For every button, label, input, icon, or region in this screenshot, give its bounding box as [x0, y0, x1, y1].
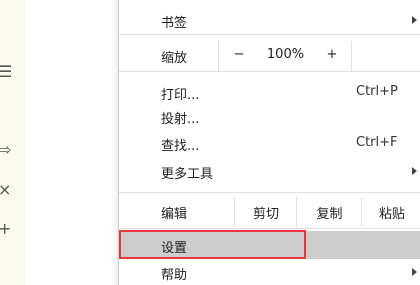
zoom-row: 缩放 − 100% + — [119, 41, 420, 71]
edit-row: 编辑 剪切 复制 粘贴 — [119, 197, 420, 227]
menu-item-label: 投射... — [161, 112, 200, 127]
submenu-arrow-icon — [412, 268, 417, 276]
menu-item-more-tools[interactable]: 更多工具 — [119, 159, 420, 183]
menu-item-print[interactable]: 打印... Ctrl+P — [119, 80, 420, 104]
fullscreen-button[interactable] — [351, 41, 420, 71]
menu-item-clipped — [119, 0, 420, 8]
menu-separator — [119, 192, 420, 193]
cut-button[interactable]: 剪切 — [234, 197, 297, 227]
forward-icon[interactable]: ⇨ — [0, 142, 11, 158]
annotation-highlight-box — [119, 230, 306, 259]
menu-item-label: 打印... — [161, 88, 200, 103]
menu-item-label: 查找... — [161, 139, 200, 154]
zoom-out-button[interactable]: − — [218, 41, 259, 71]
menu-item-help[interactable]: 帮助 — [119, 260, 420, 284]
menu-item-shortcut: Ctrl+F — [356, 135, 398, 150]
menu-separator — [119, 34, 420, 35]
left-toolbar: ☰ ⇨ × + — [0, 0, 26, 285]
close-icon[interactable]: × — [0, 182, 11, 198]
menu-item-label: 更多工具 — [161, 167, 214, 182]
menu-item-find[interactable]: 查找... Ctrl+F — [119, 131, 420, 155]
menu-item-label: 帮助 — [161, 268, 188, 283]
zoom-level: 100% — [266, 47, 305, 62]
menu-item-bookmarks[interactable]: 书签 — [119, 8, 420, 32]
menu-item-shortcut: Ctrl+P — [356, 84, 398, 99]
zoom-in-button[interactable]: + — [313, 41, 351, 71]
copy-button[interactable]: 复制 — [296, 197, 362, 227]
menu-item-cast[interactable]: 投射... — [119, 104, 420, 128]
zoom-label: 缩放 — [161, 51, 188, 66]
menu-separator — [119, 228, 420, 229]
screen: ☰ ⇨ × + 添加 书签 缩放 − 100% + — [0, 0, 420, 285]
edit-label: 编辑 — [161, 207, 188, 222]
submenu-arrow-icon — [412, 167, 417, 175]
submenu-arrow-icon — [412, 16, 417, 24]
menu-item-label: 书签 — [161, 16, 188, 31]
add-icon[interactable]: + — [0, 221, 11, 237]
menu-separator — [119, 71, 420, 72]
paste-button[interactable]: 粘贴 — [361, 197, 420, 227]
menu-icon[interactable]: ☰ — [0, 64, 12, 80]
